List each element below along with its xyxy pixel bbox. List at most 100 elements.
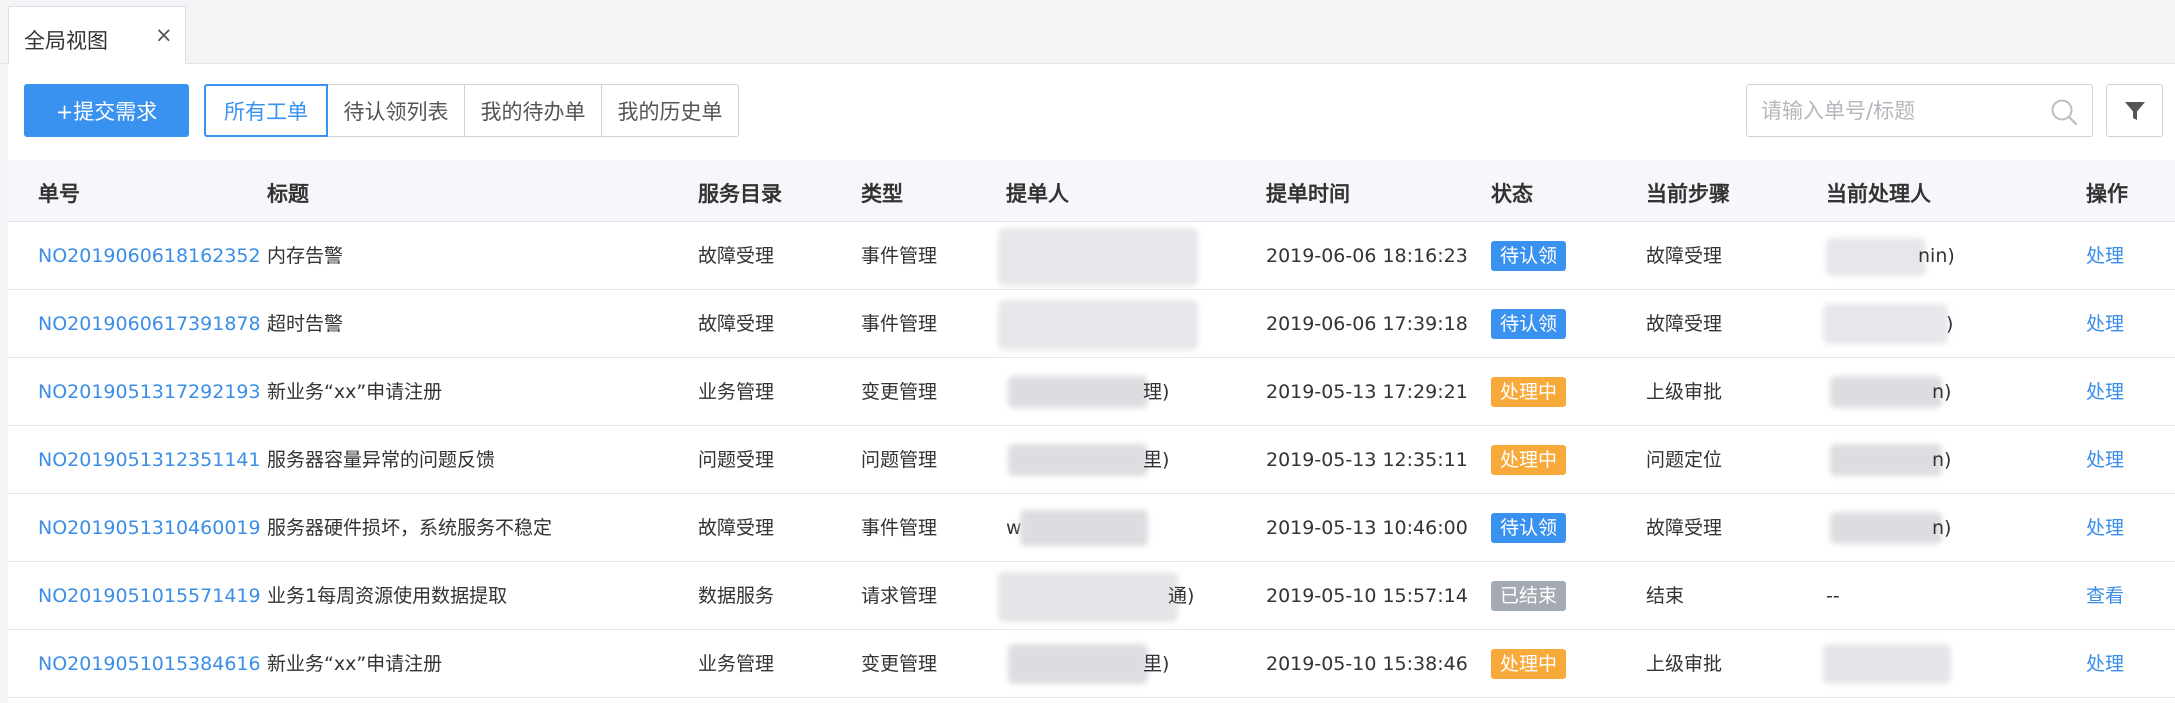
status-badge: 待认领 [1491, 513, 1567, 543]
redacted-submitter [998, 228, 1198, 286]
redacted-submitter [998, 300, 1198, 350]
tab-label: 全局视图 [24, 29, 108, 53]
view-link[interactable]: 查看 [2086, 584, 2124, 608]
ticket-id-link[interactable]: NO2019051015571419 [38, 584, 261, 608]
process-link[interactable]: 处理 [2086, 516, 2124, 540]
ticket-title: 服务器容量异常的问题反馈 [267, 449, 496, 471]
table-row: NO2019051015571419 业务1每周资源使用数据提取 数据服务 请求… [8, 562, 2175, 630]
col-status: 状态 [1491, 182, 1533, 206]
process-link[interactable]: 处理 [2086, 448, 2124, 472]
col-time: 提单时间 [1266, 182, 1350, 206]
ticket-submitter: 理) [1143, 381, 1170, 403]
table-row: NO2019051312351141 服务器容量异常的问题反馈 问题受理 问题管… [8, 426, 2175, 494]
status-badge: 待认领 [1491, 309, 1567, 339]
ticket-type: 事件管理 [861, 313, 938, 335]
submit-request-button[interactable]: +提交需求 [24, 84, 189, 137]
search-box [1746, 84, 2093, 137]
ticket-step: 问题定位 [1646, 449, 1723, 471]
ticket-type: 变更管理 [861, 381, 938, 403]
ticket-type: 问题管理 [861, 449, 938, 471]
ticket-step: 故障受理 [1646, 517, 1723, 539]
ticket-catalog: 业务管理 [698, 653, 775, 675]
ticket-id-link[interactable]: NO2019051015384616 [38, 652, 261, 676]
col-title: 标题 [267, 182, 309, 206]
status-badge: 处理中 [1491, 649, 1567, 679]
table-header: 单号 标题 服务目录 类型 提单人 提单时间 状态 当前步骤 当前处理人 操作 [8, 160, 2175, 222]
ticket-catalog: 数据服务 [698, 585, 775, 607]
search-icon[interactable] [2049, 97, 2079, 127]
ticket-step: 故障受理 [1646, 245, 1723, 267]
ticket-id-link[interactable]: NO2019051317292193 [38, 380, 261, 404]
ticket-id-link[interactable]: NO2019060618162352 [38, 244, 261, 268]
ticket-catalog: 故障受理 [698, 245, 775, 267]
ticket-title: 新业务“xx”申请注册 [267, 381, 443, 403]
status-badge: 待认领 [1491, 241, 1567, 271]
tab-my-history[interactable]: 我的历史单 [601, 84, 739, 137]
ticket-catalog: 故障受理 [698, 313, 775, 335]
col-type: 类型 [861, 182, 903, 206]
ticket-submitter: 里) [1143, 449, 1170, 471]
process-link[interactable]: 处理 [2086, 380, 2124, 404]
tab-global-view[interactable]: 全局视图 × [8, 6, 186, 64]
filter-button[interactable] [2106, 84, 2163, 137]
ticket-handler: n) [1932, 517, 1952, 539]
col-step: 当前步骤 [1646, 182, 1730, 206]
ticket-title: 内存告警 [267, 245, 344, 267]
close-icon[interactable]: × [155, 22, 173, 48]
ticket-handler: n) [1932, 449, 1952, 471]
process-link[interactable]: 处理 [2086, 312, 2124, 336]
ticket-handler: nin) [1918, 245, 1955, 267]
redacted-handler [1826, 238, 1926, 276]
process-link[interactable]: 处理 [2086, 244, 2124, 268]
redacted-submitter [998, 572, 1178, 622]
ticket-time: 2019-05-13 12:35:11 [1266, 449, 1468, 471]
ticket-catalog: 故障受理 [698, 517, 775, 539]
col-id: 单号 [38, 182, 80, 206]
col-submitter: 提单人 [1006, 182, 1069, 206]
ticket-time: 2019-05-13 10:46:00 [1266, 517, 1468, 539]
ticket-title: 业务1每周资源使用数据提取 [267, 585, 508, 607]
ticket-step: 上级审批 [1646, 381, 1723, 403]
table-row: NO2019051015384616 新业务“xx”申请注册 业务管理 变更管理… [8, 630, 2175, 698]
ticket-time: 2019-06-06 17:39:18 [1266, 313, 1468, 335]
redacted-handler [1823, 644, 1951, 684]
col-action: 操作 [2086, 182, 2128, 206]
ticket-handler: -- [1826, 585, 1840, 607]
table-row: NO2019051317292193 新业务“xx”申请注册 业务管理 变更管理… [8, 358, 2175, 426]
tab-my-todo[interactable]: 我的待办单 [464, 84, 602, 137]
filter-icon [2124, 101, 2145, 120]
redacted-handler [1823, 304, 1948, 344]
ticket-title: 服务器硬件损坏，系统服务不稳定 [267, 517, 553, 539]
ticket-submitter: 通) [1168, 585, 1195, 607]
ticket-catalog: 问题受理 [698, 449, 775, 471]
tab-pending-claim[interactable]: 待认领列表 [327, 84, 465, 137]
ticket-id-link[interactable]: NO2019051312351141 [38, 448, 261, 472]
ticket-step: 结束 [1646, 585, 1685, 607]
redacted-handler [1830, 512, 1942, 544]
table-row: NO2019060618162352 内存告警 故障受理 事件管理 2019-0… [8, 222, 2175, 290]
status-badge: 已结束 [1491, 581, 1567, 611]
ticket-step: 故障受理 [1646, 313, 1723, 335]
search-input[interactable] [1761, 95, 2031, 127]
redacted-submitter [1008, 444, 1148, 476]
ticket-id-link[interactable]: NO2019051310460019 [38, 516, 261, 540]
ticket-submitter: 里) [1143, 653, 1170, 675]
redacted-handler [1830, 444, 1942, 476]
ticket-title: 新业务“xx”申请注册 [267, 653, 443, 675]
table-row: NO2019051310460019 服务器硬件损坏，系统服务不稳定 故障受理 … [8, 494, 2175, 562]
ticket-time: 2019-05-13 17:29:21 [1266, 381, 1468, 403]
col-handler: 当前处理人 [1826, 182, 1931, 206]
status-badge: 处理中 [1491, 377, 1567, 407]
ticket-time: 2019-05-10 15:38:46 [1266, 653, 1468, 675]
ticket-title: 超时告警 [267, 313, 344, 335]
tab-bar: 全局视图 × [0, 0, 2175, 64]
ticket-type: 事件管理 [861, 245, 938, 267]
ticket-id-link[interactable]: NO2019060617391878 [38, 312, 261, 336]
ticket-handler: n) [1932, 381, 1952, 403]
tab-all-tickets[interactable]: 所有工单 [204, 84, 328, 137]
process-link[interactable]: 处理 [2086, 652, 2124, 676]
ticket-handler: ) [1946, 313, 1954, 335]
ticket-step: 上级审批 [1646, 653, 1723, 675]
ticket-type: 事件管理 [861, 517, 938, 539]
col-catalog: 服务目录 [698, 182, 782, 206]
